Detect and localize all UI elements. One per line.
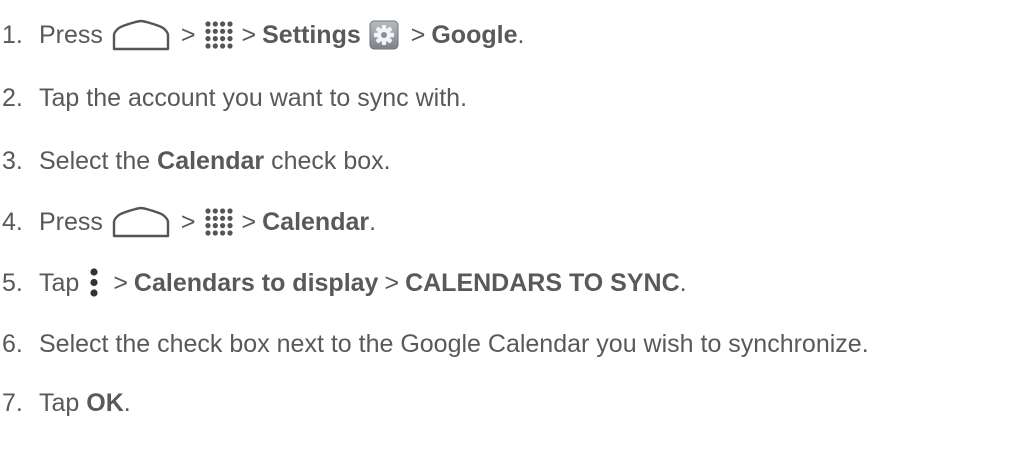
step-2: 2. Tap the account you want to sync with… <box>2 78 467 118</box>
step-5: 5. Tap > Calendars to display > CALENDAR… <box>2 263 687 303</box>
separator: > <box>410 20 426 49</box>
step-number: 5. <box>2 268 23 297</box>
menu-icon <box>90 268 98 297</box>
google-label: Google <box>431 20 518 49</box>
calendars-to-sync-label: CALENDARS TO SYNC <box>405 268 680 297</box>
settings-icon <box>369 20 399 50</box>
step-7: 7. Tap OK. <box>2 383 131 423</box>
separator: > <box>113 268 128 297</box>
home-icon <box>112 19 170 51</box>
apps-icon <box>204 208 233 236</box>
step-text: Tap <box>39 388 80 417</box>
step-text: Select the <box>39 146 151 175</box>
separator: > <box>180 20 196 49</box>
step-4: 4. Press > > Calendar . <box>2 202 376 242</box>
apps-icon <box>204 21 233 49</box>
calendars-to-display-label: Calendars to display <box>133 268 379 297</box>
separator: > <box>180 207 196 236</box>
separator: > <box>384 268 400 297</box>
separator: > <box>241 20 257 49</box>
step-3: 3. Select the Calendar check box. <box>2 141 391 181</box>
period: . <box>517 20 525 49</box>
home-icon <box>112 206 170 238</box>
calendar-label: Calendar <box>157 146 265 175</box>
settings-label: Settings <box>262 20 361 49</box>
step-1: 1. Press > > Settings > Google . <box>2 15 524 55</box>
step-text: check box. <box>271 146 391 175</box>
ok-label: OK <box>86 388 124 417</box>
step-number: 3. <box>2 146 23 175</box>
separator: > <box>241 207 257 236</box>
period: . <box>123 388 131 417</box>
step-text: Press <box>39 207 103 236</box>
period: . <box>679 268 687 297</box>
calendar-label: Calendar <box>262 207 370 236</box>
step-number: 6. <box>2 329 23 358</box>
step-number: 7. <box>2 388 23 417</box>
step-text: Press <box>39 20 103 49</box>
step-text: Select the check box next to the Google … <box>39 329 869 358</box>
period: . <box>369 207 377 236</box>
step-number: 2. <box>2 83 23 112</box>
step-6: 6. Select the check box next to the Goog… <box>2 324 869 364</box>
step-text: Tap <box>39 268 80 297</box>
step-number: 1. <box>2 20 23 49</box>
step-text: Tap the account you want to sync with. <box>39 83 468 112</box>
step-number: 4. <box>2 207 23 236</box>
